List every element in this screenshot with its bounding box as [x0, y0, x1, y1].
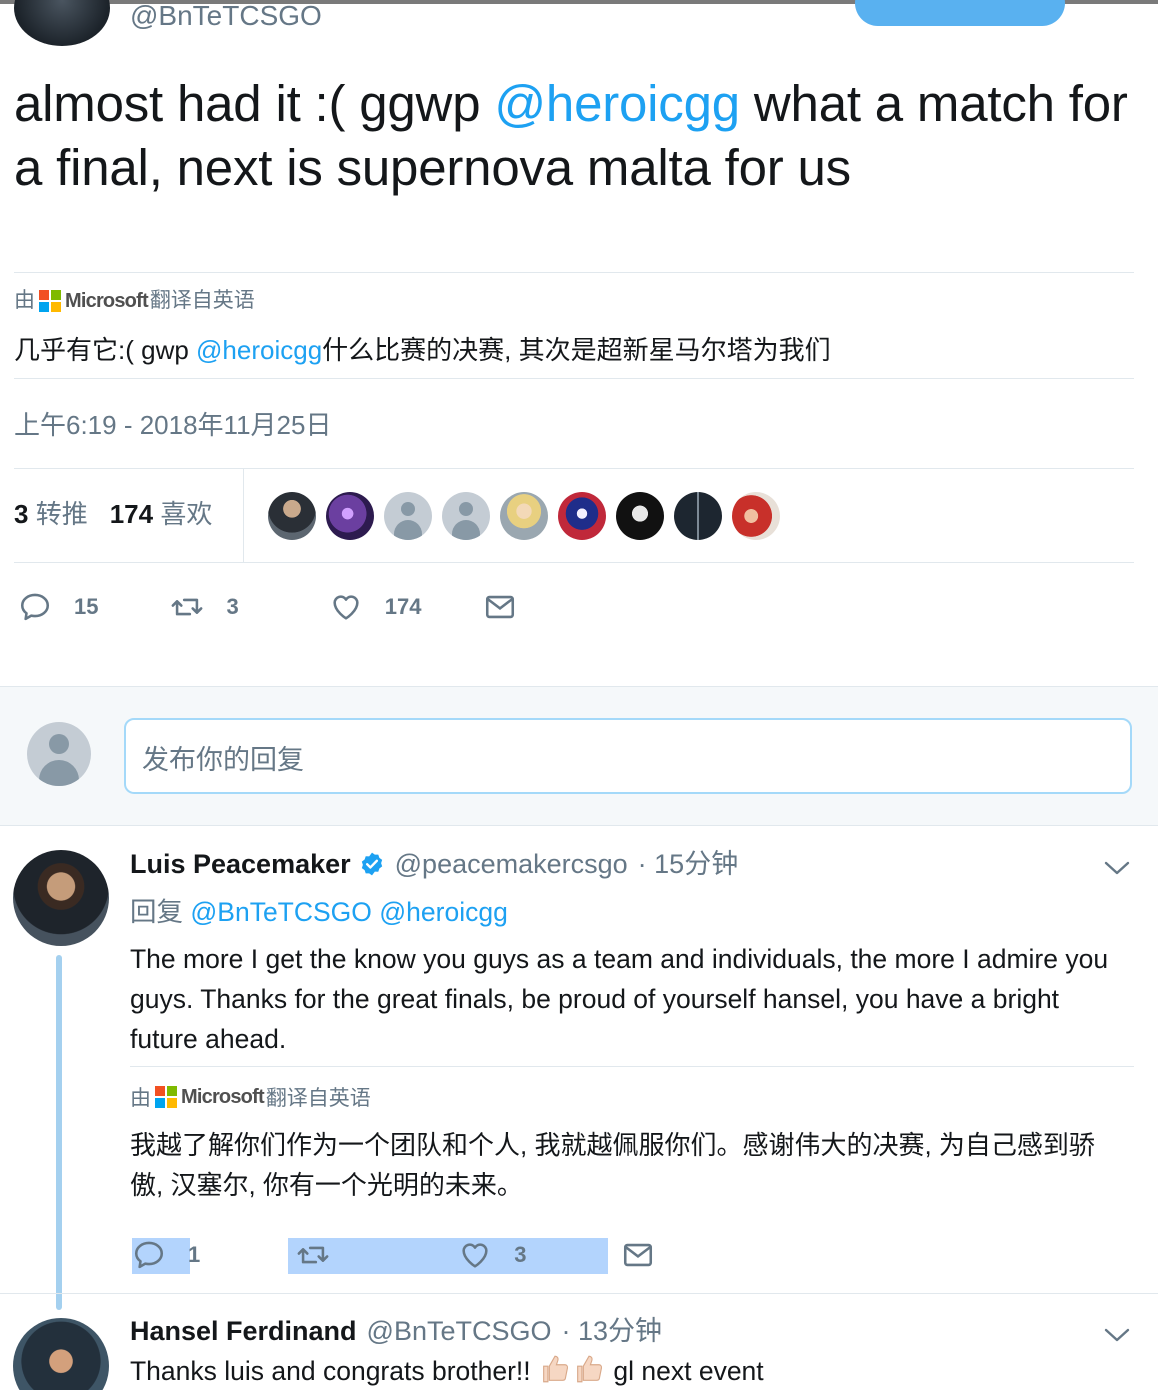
- envelope-icon: [486, 595, 515, 619]
- liker-avatar-8[interactable]: [674, 492, 722, 540]
- retweet-icon: [172, 598, 203, 616]
- chevron-down-icon[interactable]: [1102, 1325, 1132, 1345]
- reply-author-handle[interactable]: @BnTeTCSGO: [367, 1313, 552, 1349]
- divider: [14, 562, 1134, 563]
- reply-header: Hansel Ferdinand @BnTeTCSGO · 13分钟: [130, 1313, 662, 1349]
- reply-text: The more I get the know you guys as a te…: [130, 944, 1109, 1054]
- liker-avatar-5[interactable]: [500, 492, 548, 540]
- likes-count[interactable]: 174: [110, 499, 153, 529]
- divider: [0, 1293, 1158, 1294]
- retweet-action[interactable]: [296, 1238, 330, 1272]
- tweet-actions: 15 3 174: [18, 590, 517, 624]
- heart-icon: [333, 595, 359, 620]
- likers-avatars: [268, 492, 780, 540]
- tweet-timestamp[interactable]: 上午6:19 - 2018年11月25日: [14, 408, 331, 442]
- thumbs-up-icon: [577, 1355, 603, 1383]
- reply-to-line: 回复 @BnTeTCSGO @heroicgg: [130, 897, 508, 927]
- thread-connector-line: [56, 955, 62, 1310]
- heart-icon: [462, 1243, 488, 1268]
- reply-time[interactable]: · 13分钟: [562, 1313, 663, 1349]
- current-user-avatar: [27, 722, 91, 786]
- thumbs-up-icon: [543, 1355, 569, 1383]
- divider: [14, 378, 1134, 379]
- like-action[interactable]: 174: [329, 590, 421, 624]
- liker-avatar-6[interactable]: [558, 492, 606, 540]
- direct-message-action[interactable]: [621, 1238, 655, 1272]
- divider: [14, 468, 1134, 469]
- liker-avatar-2[interactable]: [326, 492, 374, 540]
- stats-separator: [243, 469, 244, 562]
- like-action[interactable]: 3: [458, 1238, 527, 1272]
- reply-header: Luis Peacemaker @peacemakercsgo · 15分钟: [130, 846, 738, 882]
- reply-author-name[interactable]: Hansel Ferdinand: [130, 1313, 357, 1349]
- verified-badge-icon: [361, 852, 382, 876]
- liker-avatar-4[interactable]: [442, 492, 490, 540]
- likes-label[interactable]: 喜欢: [160, 499, 212, 529]
- liker-avatar-7[interactable]: [616, 492, 664, 540]
- reply-author-name[interactable]: Luis Peacemaker: [130, 846, 351, 882]
- tweet-stats: 3 转推 174 喜欢: [14, 496, 234, 532]
- liker-avatar-1[interactable]: [268, 492, 316, 540]
- reply-icon: [20, 593, 50, 621]
- liker-avatar-9[interactable]: [732, 492, 780, 540]
- divider: [14, 272, 1134, 273]
- reply-actions: 1 3: [132, 1236, 655, 1274]
- divider: [130, 1066, 1134, 1067]
- reply-author-avatar[interactable]: [13, 1318, 109, 1390]
- tweet-text: almost had it :( ggwp @heroicgg what a m…: [14, 75, 1128, 196]
- direct-message-action[interactable]: [483, 590, 517, 624]
- mention-link[interactable]: @heroicgg: [494, 75, 740, 132]
- reply-text: Thanks luis and congrats brother!! gl ne…: [130, 1351, 764, 1390]
- reply-to-mentions[interactable]: @BnTeTCSGO @heroicgg: [190, 897, 507, 927]
- reply-action[interactable]: 15: [18, 590, 98, 624]
- reply-input[interactable]: 发布你的回复: [124, 718, 1132, 794]
- retweets-label[interactable]: 转推: [36, 499, 88, 529]
- microsoft-logo-icon: [39, 290, 61, 312]
- translated-by: 由 Microsoft 翻译自英语: [130, 1085, 371, 1111]
- reply-author-handle[interactable]: @peacemakercsgo: [395, 846, 628, 882]
- reply-action[interactable]: 1: [132, 1238, 200, 1272]
- retweet-action[interactable]: 3: [170, 590, 239, 624]
- translated-by: 由 Microsoft 翻译自英语: [14, 289, 255, 312]
- retweets-count[interactable]: 3: [14, 499, 28, 529]
- liker-avatar-3[interactable]: [384, 492, 432, 540]
- tweet-translation: 几乎有它:( gwp @heroicgg什么比赛的决赛, 其次是超新星马尔塔为我…: [14, 335, 831, 365]
- reply-time[interactable]: · 15分钟: [638, 846, 739, 882]
- envelope-icon: [623, 1243, 652, 1267]
- retweet-icon: [297, 1246, 329, 1264]
- translation-mention-link[interactable]: @heroicgg: [196, 335, 322, 365]
- follow-button[interactable]: [855, 0, 1065, 26]
- reply-icon: [134, 1241, 164, 1269]
- microsoft-logo-icon: [155, 1086, 177, 1108]
- author-avatar[interactable]: [14, 0, 110, 46]
- chevron-down-icon[interactable]: [1102, 858, 1132, 878]
- reply-translation: 我越了解你们作为一个团队和个人, 我就越佩服你们。感谢伟大的决赛, 为自己感到骄…: [130, 1130, 1095, 1200]
- reply-author-avatar[interactable]: [13, 850, 109, 946]
- author-handle[interactable]: @BnTeTCSGO: [130, 0, 322, 32]
